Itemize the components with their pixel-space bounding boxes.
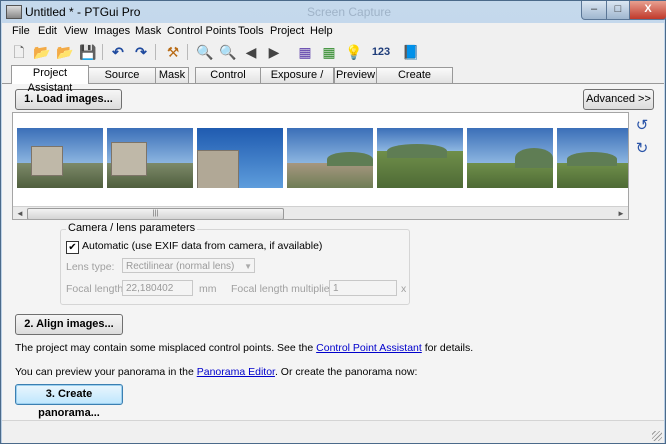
camera-lens-group: Camera / lens parameters ✔ Automatic (us…: [60, 222, 410, 305]
lens-type-select[interactable]: Rectilinear (normal lens) ▼: [122, 258, 255, 273]
image-list-icon[interactable]: ▦: [296, 43, 314, 61]
menu-mask[interactable]: Mask: [135, 25, 161, 37]
scroll-left-arrow-icon[interactable]: ◄: [16, 209, 24, 218]
title-bar[interactable]: Untitled * - PTGui Pro Screen Capture – …: [1, 1, 666, 23]
preview-message: You can preview your panorama in the Pan…: [15, 366, 417, 378]
thumbnail[interactable]: [377, 128, 463, 188]
maximize-button[interactable]: □: [606, 1, 630, 20]
toolbar: 🗋 📂 📂 💾 ↶ ↷ ⚒ 🔍 🔍 ◀ ▶ ▦ ▦ 💡 123 📘: [2, 39, 664, 65]
tab-exposure-hdr[interactable]: Exposure / HDR: [260, 67, 334, 96]
cp-message-suffix: for details.: [421, 342, 474, 354]
toolbar-separator: [187, 44, 188, 60]
multiplier-field[interactable]: 1: [329, 280, 397, 296]
thumbnail-scrollbar[interactable]: ◄ ||| ►: [13, 206, 628, 219]
app-icon: [6, 5, 22, 19]
thumbnail[interactable]: [467, 128, 553, 188]
advanced-button[interactable]: Advanced >>: [583, 89, 654, 110]
multiplier-unit: x: [401, 283, 407, 295]
menu-control-points[interactable]: Control Points: [167, 25, 236, 37]
multiplier-label: Focal length multiplier:: [231, 283, 337, 295]
focal-length-unit: mm: [199, 283, 217, 295]
menu-bar: File Edit View Images Mask Control Point…: [2, 23, 664, 39]
tab-bar: Project Assistant Source Images Mask Con…: [2, 65, 664, 96]
menu-help[interactable]: Help: [310, 25, 333, 37]
tab-control-points[interactable]: Control Points: [195, 67, 261, 96]
tab-source-images[interactable]: Source Images: [88, 67, 156, 96]
numbers-icon[interactable]: 123: [370, 43, 392, 61]
cp-message-prefix: The project may contain some misplaced c…: [15, 342, 317, 354]
control-point-assistant-link[interactable]: Control Point Assistant: [316, 342, 422, 354]
main-window: Untitled * - PTGui Pro Screen Capture – …: [0, 0, 666, 444]
thumbnail[interactable]: [17, 128, 103, 188]
zoom-in-icon[interactable]: 🔍: [196, 43, 214, 61]
menu-project[interactable]: Project: [270, 25, 304, 37]
preview-message-prefix: You can preview your panorama in the: [15, 366, 197, 378]
thumbnail[interactable]: [557, 128, 628, 188]
control-points-message: The project may contain some misplaced c…: [15, 342, 473, 354]
thumbnail[interactable]: [287, 128, 373, 188]
close-button[interactable]: X: [629, 1, 666, 20]
chevron-down-icon: ▼: [244, 262, 252, 271]
rotate-left-icon[interactable]: ↺: [635, 118, 649, 133]
create-panorama-button[interactable]: 3. Create panorama...: [15, 384, 123, 419]
bulb-icon[interactable]: 💡: [345, 43, 363, 61]
open-folder-icon[interactable]: 📂: [33, 43, 51, 61]
thumbnail[interactable]: [107, 128, 193, 188]
scrollbar-thumb[interactable]: |||: [27, 208, 284, 219]
preview-message-suffix: . Or create the panorama now:: [274, 366, 418, 378]
align-images-button[interactable]: 2. Align images...: [15, 314, 123, 335]
menu-view[interactable]: View: [64, 25, 88, 37]
status-bar: [2, 420, 664, 443]
undo-icon[interactable]: ↶: [109, 43, 127, 61]
camera-lens-legend: Camera / lens parameters: [66, 222, 198, 234]
new-file-icon[interactable]: 🗋: [10, 43, 28, 61]
focal-length-label: Focal length:: [66, 283, 127, 295]
table-icon[interactable]: ▦: [320, 43, 338, 61]
book-icon[interactable]: 📘: [402, 43, 420, 61]
focal-length-field[interactable]: 22,180402: [122, 280, 193, 296]
back-icon[interactable]: ◀: [242, 43, 260, 61]
lens-type-label: Lens type:: [66, 261, 115, 273]
window-title: Untitled * - PTGui Pro: [25, 5, 141, 19]
automatic-checkbox[interactable]: ✔: [66, 241, 79, 254]
tools-icon[interactable]: ⚒: [164, 43, 182, 61]
tab-mask[interactable]: Mask: [155, 67, 189, 83]
automatic-label: Automatic (use EXIF data from camera, if…: [82, 240, 323, 252]
lens-type-value: Rectilinear (normal lens): [126, 261, 235, 272]
tab-project-assistant[interactable]: Project Assistant: [11, 65, 89, 94]
forward-icon[interactable]: ▶: [265, 43, 283, 61]
rotate-right-icon[interactable]: ↻: [635, 141, 649, 156]
menu-edit[interactable]: Edit: [38, 25, 57, 37]
ghost-title: Screen Capture: [307, 5, 392, 19]
menu-file[interactable]: File: [12, 25, 30, 37]
menu-images[interactable]: Images: [94, 25, 130, 37]
open-recent-icon[interactable]: 📂: [56, 43, 74, 61]
tab-preview[interactable]: Preview: [334, 67, 377, 83]
project-assistant-panel: 1. Load images... Advanced >> ◄ ||| ► ↺ …: [2, 84, 664, 420]
panorama-editor-link[interactable]: Panorama Editor: [197, 366, 275, 378]
zoom-out-icon[interactable]: 🔍: [219, 43, 237, 61]
toolbar-separator: [102, 44, 103, 60]
minimize-button[interactable]: –: [581, 1, 607, 20]
save-icon[interactable]: 💾: [79, 43, 97, 61]
resize-grip[interactable]: [652, 431, 662, 441]
toolbar-separator: [155, 44, 156, 60]
redo-icon[interactable]: ↷: [132, 43, 150, 61]
scroll-right-arrow-icon[interactable]: ►: [617, 209, 625, 218]
thumbnail[interactable]: [197, 128, 283, 188]
tab-create-panorama[interactable]: Create Panorama: [376, 67, 453, 96]
thumbnail-strip[interactable]: ◄ ||| ►: [12, 112, 629, 220]
menu-tools[interactable]: Tools: [238, 25, 264, 37]
